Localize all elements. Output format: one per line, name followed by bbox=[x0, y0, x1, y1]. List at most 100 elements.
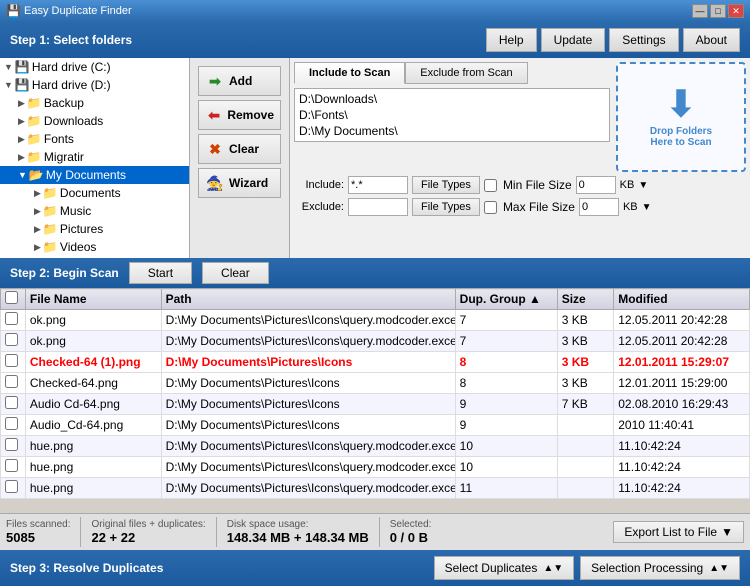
tree-item-mydocs[interactable]: ▼ 📂 My Documents bbox=[0, 166, 189, 184]
close-button[interactable]: ✕ bbox=[728, 4, 744, 18]
col-path[interactable]: Path bbox=[161, 289, 455, 310]
cell-modified: 12.05.2011 20:42:28 bbox=[614, 331, 750, 352]
cell-filename: Checked-64.png bbox=[25, 373, 161, 394]
max-size-label: Max File Size bbox=[503, 200, 575, 214]
tree-item-pictures[interactable]: ▶ 📁 Pictures bbox=[0, 220, 189, 238]
export-list-button[interactable]: Export List to File ▼ bbox=[613, 521, 744, 543]
tab-exclude[interactable]: Exclude from Scan bbox=[405, 62, 527, 84]
tree-item-videos[interactable]: ▶ 📁 Videos bbox=[0, 238, 189, 256]
cell-modified: 12.01.2011 15:29:07 bbox=[614, 352, 750, 373]
dropdown-arrow-max[interactable]: ▼ bbox=[642, 202, 652, 213]
minimize-button[interactable]: — bbox=[692, 4, 708, 18]
folder-icon: 📁 bbox=[43, 186, 57, 200]
row-checkbox[interactable] bbox=[5, 480, 18, 493]
row-checkbox[interactable] bbox=[5, 438, 18, 451]
row-checkbox[interactable] bbox=[5, 312, 18, 325]
cell-filename: Audio Cd-64.png bbox=[25, 394, 161, 415]
cell-group: 10 bbox=[455, 436, 557, 457]
clear-icon: ✖ bbox=[205, 139, 225, 159]
table-row: Audio_Cd-64.png D:\My Documents\Pictures… bbox=[1, 415, 750, 436]
help-button[interactable]: Help bbox=[486, 28, 537, 52]
selection-processing-button[interactable]: Selection Processing ▲▼ bbox=[580, 556, 740, 580]
tree-item-hdd-d[interactable]: ▼ 💾 Hard drive (D:) bbox=[0, 76, 189, 94]
cell-group: 11 bbox=[455, 478, 557, 499]
include-label: Include: bbox=[294, 179, 344, 191]
row-checkbox[interactable] bbox=[5, 459, 18, 472]
expand-arrow: ▼ bbox=[4, 62, 13, 72]
add-button[interactable]: ➡ Add bbox=[198, 66, 281, 96]
exclude-label: Exclude: bbox=[294, 201, 344, 213]
cell-modified: 2010 11:40:41 bbox=[614, 415, 750, 436]
remove-button[interactable]: ⬅ Remove bbox=[198, 100, 281, 130]
action-buttons: ➡ Add ⬅ Remove ✖ Clear 🧙 Wizard bbox=[190, 58, 290, 258]
cell-path: D:\My Documents\Pictures\Icons\query.mod… bbox=[161, 331, 455, 352]
row-checkbox[interactable] bbox=[5, 417, 18, 430]
maximize-button[interactable]: □ bbox=[710, 4, 726, 18]
wizard-button[interactable]: 🧙 Wizard bbox=[198, 168, 281, 198]
step2-clear-button[interactable]: Clear bbox=[202, 262, 269, 284]
col-check[interactable] bbox=[1, 289, 26, 310]
cell-modified: 12.01.2011 15:29:00 bbox=[614, 373, 750, 394]
scan-tabs: Include to Scan Exclude from Scan bbox=[294, 62, 610, 84]
row-checkbox[interactable] bbox=[5, 333, 18, 346]
clear-button[interactable]: ✖ Clear bbox=[198, 134, 281, 164]
status-sep1 bbox=[80, 517, 81, 547]
exclude-filetypes-button[interactable]: File Types bbox=[412, 198, 480, 216]
cell-size bbox=[557, 478, 614, 499]
tree-item-fonts[interactable]: ▶ 📁 Fonts bbox=[0, 130, 189, 148]
dropdown-arrow-min[interactable]: ▼ bbox=[638, 180, 648, 191]
header-buttons: Help Update Settings About bbox=[486, 28, 740, 52]
min-size-input[interactable] bbox=[576, 176, 616, 194]
cell-size bbox=[557, 457, 614, 478]
results-table: File Name Path Dup. Group ▲ Size Modifie… bbox=[0, 288, 750, 499]
start-button[interactable]: Start bbox=[129, 262, 192, 284]
col-modified[interactable]: Modified bbox=[614, 289, 750, 310]
update-button[interactable]: Update bbox=[541, 28, 606, 52]
tree-item-documents[interactable]: ▶ 📁 Documents bbox=[0, 184, 189, 202]
cell-group: 7 bbox=[455, 310, 557, 331]
tree-item-migratir[interactable]: ▶ 📁 Migratir bbox=[0, 148, 189, 166]
selected-item: Selected: 0 / 0 B bbox=[390, 519, 432, 545]
table-row: ok.png D:\My Documents\Pictures\Icons\qu… bbox=[1, 310, 750, 331]
hdd-icon: 💾 bbox=[15, 78, 29, 92]
row-checkbox[interactable] bbox=[5, 354, 18, 367]
tree-item-music[interactable]: ▶ 📁 Music bbox=[0, 202, 189, 220]
folder-icon: 📁 bbox=[27, 114, 41, 128]
select-all-checkbox[interactable] bbox=[5, 291, 18, 304]
folder-icon: 📁 bbox=[43, 204, 57, 218]
about-button[interactable]: About bbox=[683, 28, 740, 52]
cell-group: 8 bbox=[455, 352, 557, 373]
tab-include[interactable]: Include to Scan bbox=[294, 62, 405, 84]
add-icon: ➡ bbox=[205, 71, 225, 91]
select-duplicates-button[interactable]: Select Duplicates ▲▼ bbox=[434, 556, 575, 580]
col-size[interactable]: Size bbox=[557, 289, 614, 310]
step2-header: Step 2: Begin Scan Start Clear bbox=[0, 258, 750, 288]
include-filetypes-button[interactable]: File Types bbox=[412, 176, 480, 194]
min-size-checkbox[interactable] bbox=[484, 179, 497, 192]
cell-filename: ok.png bbox=[25, 331, 161, 352]
cell-path: D:\My Documents\Pictures\Icons bbox=[161, 373, 455, 394]
files-scanned-label: Files scanned: bbox=[6, 519, 70, 530]
row-checkbox[interactable] bbox=[5, 375, 18, 388]
include-input[interactable] bbox=[348, 176, 408, 194]
min-size-unit: KB bbox=[620, 179, 635, 191]
max-size-input[interactable] bbox=[579, 198, 619, 216]
max-size-checkbox[interactable] bbox=[484, 201, 497, 214]
settings-button[interactable]: Settings bbox=[609, 28, 678, 52]
exclude-input[interactable] bbox=[348, 198, 408, 216]
tree-item-backup[interactable]: ▶ 📁 Backup bbox=[0, 94, 189, 112]
cell-size: 3 KB bbox=[557, 310, 614, 331]
cell-path: D:\My Documents\Pictures\Icons\query.mod… bbox=[161, 478, 455, 499]
selected-label: Selected: bbox=[390, 519, 432, 530]
step2-title: Step 2: Begin Scan bbox=[10, 266, 119, 280]
selected-value: 0 / 0 B bbox=[390, 530, 432, 545]
tree-item-downloads[interactable]: ▶ 📁 Downloads bbox=[0, 112, 189, 130]
drop-zone[interactable]: ⬇ Drop FoldersHere to Scan bbox=[616, 62, 746, 172]
col-filename[interactable]: File Name bbox=[25, 289, 161, 310]
step1-body: ▼ 💾 Hard drive (C:) ▼ 💾 Hard drive (D:) … bbox=[0, 58, 750, 258]
step1-header: Step 1: Select folders Help Update Setti… bbox=[0, 22, 750, 58]
col-dupgroup[interactable]: Dup. Group ▲ bbox=[455, 289, 557, 310]
expand-arrow: ▶ bbox=[18, 152, 25, 163]
row-checkbox[interactable] bbox=[5, 396, 18, 409]
tree-item-hdd-c[interactable]: ▼ 💾 Hard drive (C:) bbox=[0, 58, 189, 76]
